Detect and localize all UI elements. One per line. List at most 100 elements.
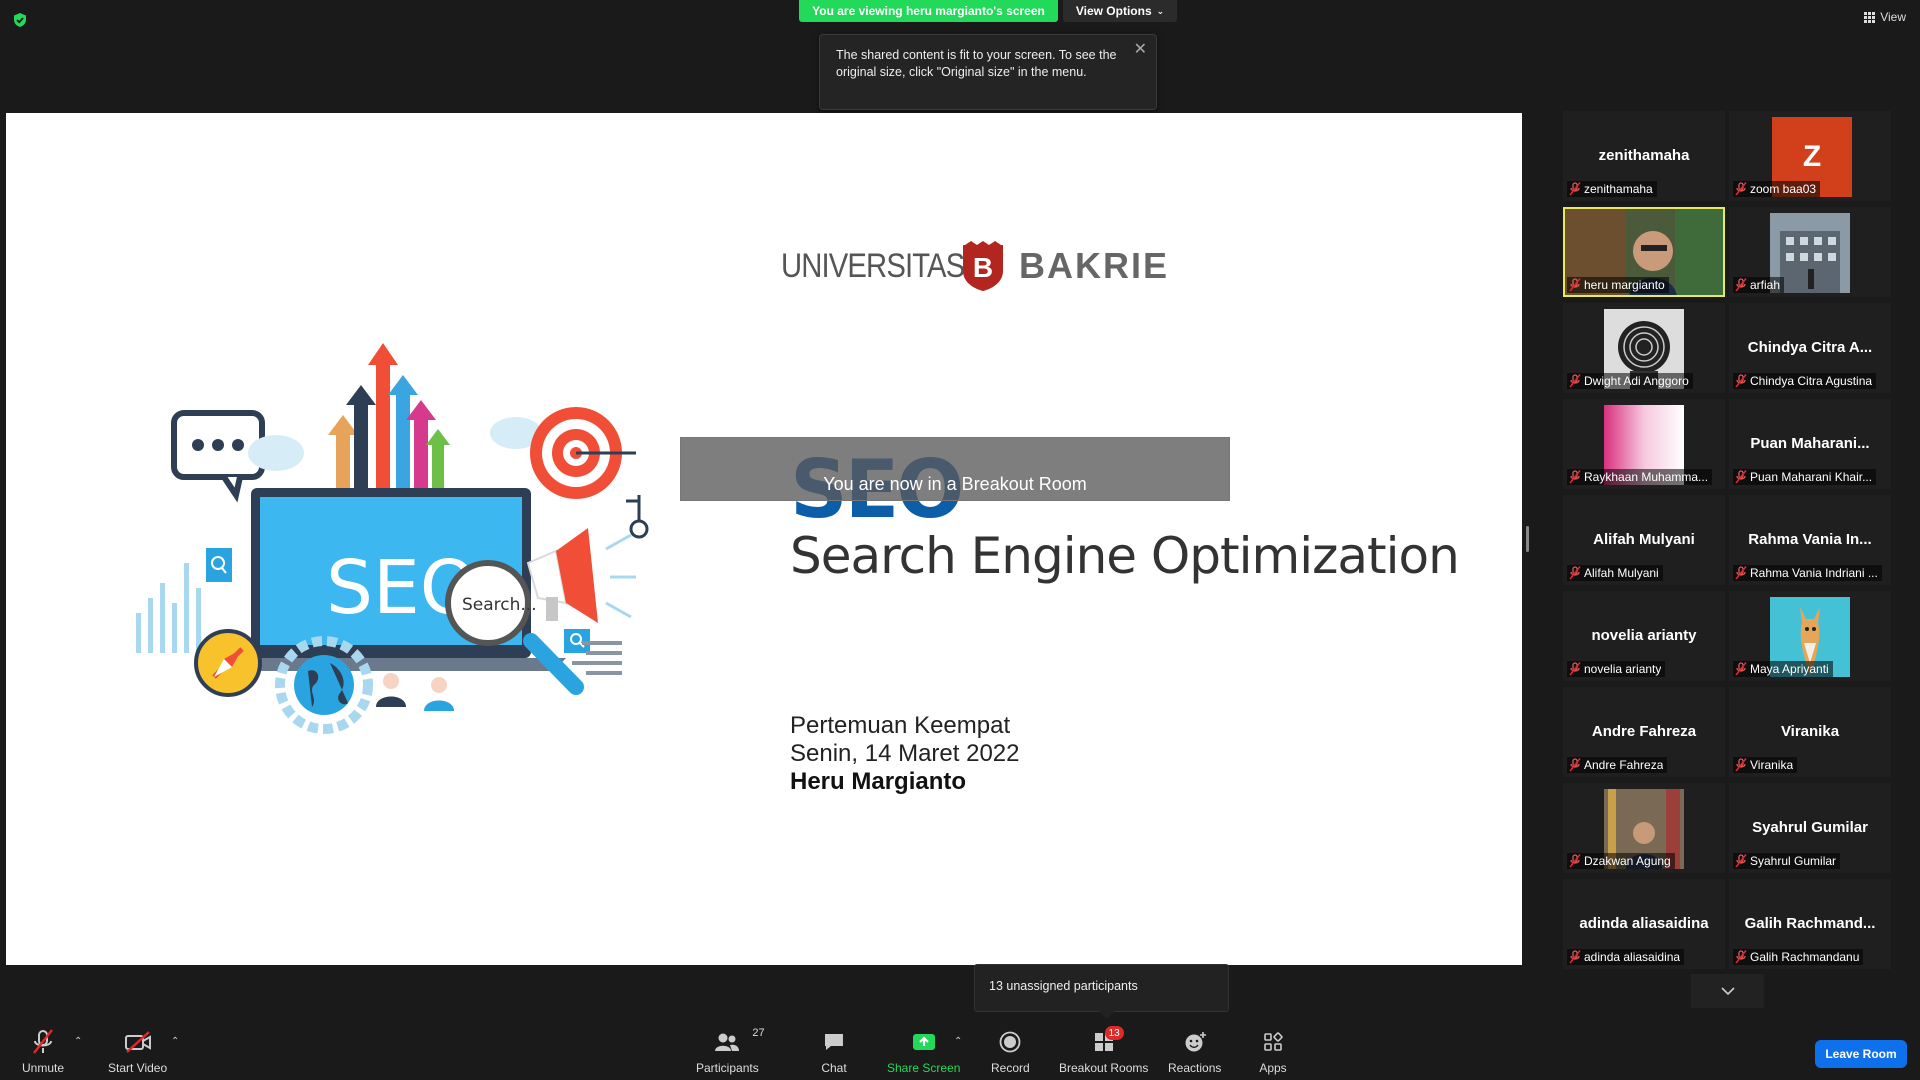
participant-tile[interactable]: Galih Rachmand... Galih Rachmandanu <box>1729 879 1891 969</box>
key-icon <box>626 495 649 539</box>
participant-name: Alifah Mulyani <box>1584 566 1659 580</box>
participant-tile[interactable]: arfiah <box>1729 207 1891 297</box>
reactions-label: Reactions <box>1168 1061 1222 1075</box>
participant-tile[interactable]: adinda aliasaidina adinda aliasaidina <box>1563 879 1725 969</box>
record-label: Record <box>991 1061 1030 1075</box>
participant-tile[interactable]: Alifah Mulyani Alifah Mulyani <box>1563 495 1725 585</box>
leave-room-button[interactable]: Leave Room <box>1815 1040 1907 1068</box>
record-button[interactable]: Record <box>991 1029 1030 1075</box>
participant-name-label: Syahrul Gumilar <box>1733 853 1841 869</box>
mic-muted-icon <box>1569 950 1581 964</box>
participant-tile[interactable]: Maya Apriyanti <box>1729 591 1891 681</box>
participant-name-label: Andre Fahreza <box>1567 757 1668 773</box>
video-muted-icon <box>124 1031 151 1053</box>
emblem-letter: B <box>973 252 993 283</box>
mic-muted-icon <box>1735 470 1747 484</box>
participant-name: Chindya Citra Agustina <box>1750 374 1873 388</box>
participant-name-label: Rahma Vania Indriani ... <box>1733 565 1882 581</box>
encryption-shield-icon[interactable] <box>12 12 28 28</box>
participants-label: Participants <box>696 1061 759 1075</box>
compass-icon <box>194 629 262 697</box>
share-screen-label: Share Screen <box>887 1061 961 1075</box>
video-options-caret-icon[interactable]: ⌃ <box>171 1036 179 1047</box>
view-options-button[interactable]: View Options ⌄ <box>1063 0 1177 22</box>
panel-resize-handle[interactable] <box>1526 526 1529 552</box>
mic-muted-icon <box>1735 950 1747 964</box>
meeting-toolbar: Unmute ⌃ Start Video ⌃ 27 Participants C… <box>0 1020 1920 1080</box>
target-icon <box>530 407 636 499</box>
close-icon[interactable]: ✕ <box>1134 42 1147 58</box>
mic-muted-icon <box>1735 566 1747 580</box>
participant-tile[interactable]: heru margianto <box>1563 207 1725 297</box>
apps-label: Apps <box>1259 1061 1287 1075</box>
start-video-button[interactable]: Start Video <box>108 1029 167 1075</box>
tooltip-text: The shared content is fit to your screen… <box>836 48 1117 79</box>
gallery-scroll-down-button[interactable] <box>1691 974 1764 1008</box>
participant-name-label: Alifah Mulyani <box>1567 565 1663 581</box>
participant-tile[interactable]: Zzoom baa03 <box>1729 111 1891 201</box>
mic-muted-icon <box>1569 278 1581 292</box>
breakout-rooms-button[interactable]: 13 Breakout Rooms <box>1059 1026 1148 1075</box>
participant-display-name: adinda aliasaidina <box>1579 915 1709 932</box>
mic-muted-icon <box>1735 662 1747 676</box>
participant-tile[interactable]: Dwight Adi Anggoro <box>1563 303 1725 393</box>
apps-button[interactable]: Apps <box>1258 1029 1288 1075</box>
participant-display-name: Rahma Vania In... <box>1748 531 1872 548</box>
presenter-name: Heru Margianto <box>790 768 967 795</box>
reactions-smiley-icon <box>1185 1032 1206 1052</box>
bar-graph-icon <box>136 563 201 653</box>
chat-button[interactable]: Chat <box>819 1029 849 1075</box>
participant-display-name: Puan Maharani... <box>1750 435 1870 452</box>
participant-name: Rahma Vania Indriani ... <box>1750 566 1878 580</box>
participant-tile[interactable]: Raykhaan Muhamma... <box>1563 399 1725 489</box>
unmute-button[interactable]: Unmute <box>22 1029 64 1075</box>
participant-name: Maya Apriyanti <box>1750 662 1829 676</box>
search-placeholder-text: Search... <box>462 595 537 615</box>
participant-tile[interactable]: Andre Fahreza Andre Fahreza <box>1563 687 1725 777</box>
mic-muted-icon <box>1735 374 1747 388</box>
participant-name: arfiah <box>1750 278 1781 292</box>
participants-button[interactable]: 27 Participants <box>696 1027 765 1075</box>
participants-count: 27 <box>752 1027 765 1039</box>
mic-muted-icon <box>1735 758 1747 772</box>
reactions-button[interactable]: Reactions <box>1168 1029 1221 1075</box>
chevron-down-icon <box>1720 987 1735 995</box>
megaphone-icon <box>526 528 636 623</box>
university-logo: UNIVERSITAS B BAKRIE <box>781 241 1169 291</box>
participant-name: Raykhaan Muhamma... <box>1584 470 1709 484</box>
logo-text-left: UNIVERSITAS <box>781 246 965 285</box>
share-options-caret-icon[interactable]: ⌃ <box>954 1036 962 1047</box>
record-icon <box>999 1031 1021 1053</box>
participant-tile[interactable]: Dzakwan Agung <box>1563 783 1725 873</box>
participant-tile[interactable]: zenithamaha zenithamaha <box>1563 111 1725 201</box>
participant-tile[interactable]: novelia arianty novelia arianty <box>1563 591 1725 681</box>
participant-display-name: Galih Rachmand... <box>1744 915 1876 932</box>
view-toggle-button[interactable]: View <box>1864 10 1906 24</box>
mic-muted-icon <box>1735 182 1747 196</box>
participant-name: Puan Maharani Khair... <box>1750 470 1873 484</box>
participant-name: Dwight Adi Anggoro <box>1584 374 1689 388</box>
breakout-rooms-badge: 13 <box>1104 1026 1124 1040</box>
unassigned-participants-popup: 13 unassigned participants <box>974 964 1229 1019</box>
participant-tile[interactable]: Chindya Citra A... Chindya Citra Agustina <box>1729 303 1891 393</box>
participant-name: Galih Rachmandanu <box>1750 950 1860 964</box>
participant-tile[interactable]: Puan Maharani... Puan Maharani Khair... <box>1729 399 1891 489</box>
search-box-icon <box>206 548 232 582</box>
participant-name-label: Raykhaan Muhamma... <box>1567 469 1713 485</box>
participant-name-label: arfiah <box>1733 277 1785 293</box>
mic-muted-icon <box>1569 662 1581 676</box>
mic-muted-icon <box>1569 566 1581 580</box>
view-toggle-label: View <box>1880 10 1906 24</box>
participant-name: Syahrul Gumilar <box>1750 854 1837 868</box>
participant-name-label: Puan Maharani Khair... <box>1733 469 1877 485</box>
seo-illustration: SEO Search... <box>136 343 649 734</box>
participant-tile[interactable]: Syahrul Gumilar Syahrul Gumilar <box>1729 783 1891 873</box>
participant-name: Andre Fahreza <box>1584 758 1664 772</box>
participant-tile[interactable]: Viranika Viranika <box>1729 687 1891 777</box>
participant-display-name: Andre Fahreza <box>1591 723 1697 740</box>
participant-tile[interactable]: Rahma Vania In... Rahma Vania Indriani ..… <box>1729 495 1891 585</box>
audio-options-caret-icon[interactable]: ⌃ <box>74 1036 82 1047</box>
share-screen-button[interactable]: Share Screen <box>887 1029 960 1075</box>
start-video-label: Start Video <box>108 1061 168 1075</box>
meeting-line-1: Pertemuan Keempat <box>790 712 1011 739</box>
